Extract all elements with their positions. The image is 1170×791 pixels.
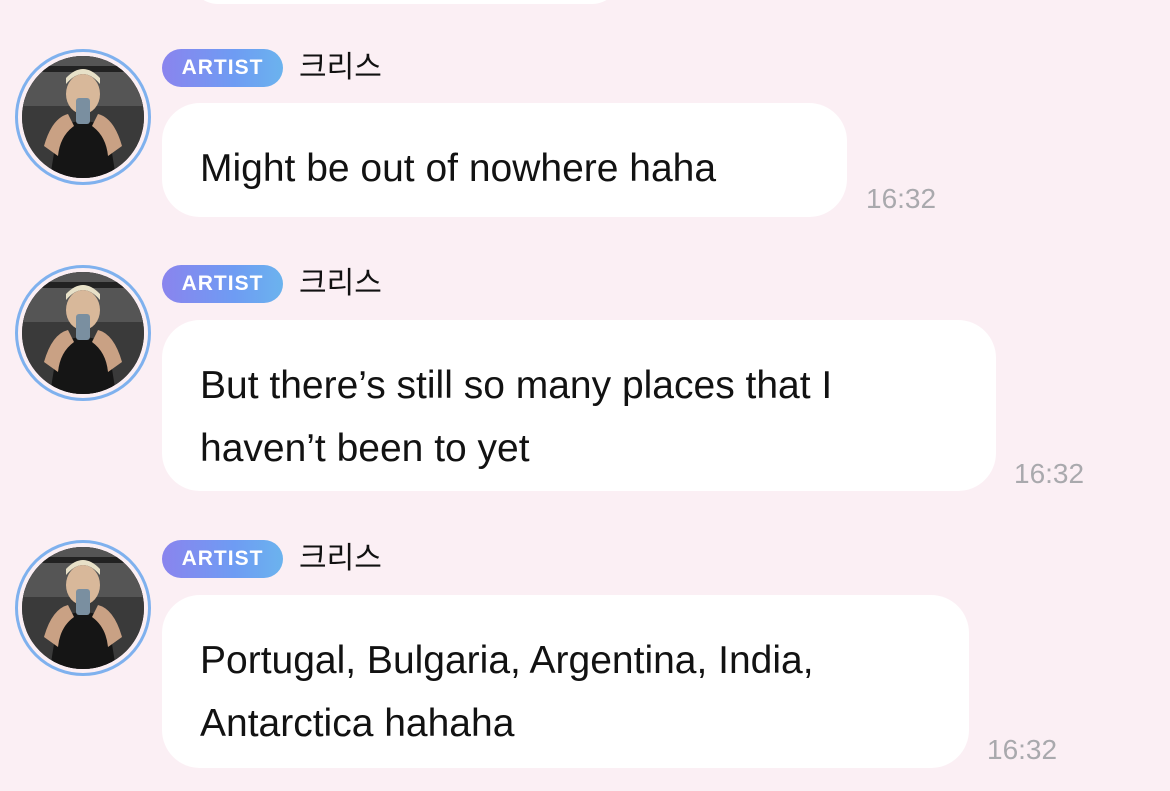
avatar-photo xyxy=(22,56,144,178)
message-text-line: Portugal, Bulgaria, Argentina, India, xyxy=(200,639,814,682)
message-timestamp: 16:32 xyxy=(1014,458,1085,489)
message-text-line: But there’s still so many places that I xyxy=(200,364,833,407)
avatar[interactable] xyxy=(15,49,151,185)
message-timestamp: 16:32 xyxy=(987,734,1058,765)
message-bubble[interactable]: Might be out of nowhere haha xyxy=(162,103,847,217)
avatar-photo xyxy=(22,272,144,394)
avatar-photo xyxy=(22,547,144,669)
message-timestamp: 16:32 xyxy=(866,183,937,214)
avatar[interactable] xyxy=(15,540,151,676)
message-text-line: haven’t been to yet xyxy=(200,427,530,470)
artist-badge: ARTIST xyxy=(162,540,283,578)
sender-name: 크리스 xyxy=(299,50,382,85)
sender-name: 크리스 xyxy=(299,266,382,301)
message-text: Might be out of nowhere haha xyxy=(200,147,717,190)
message-text-line: Antarctica hahaha xyxy=(200,702,515,745)
sender-name: 크리스 xyxy=(299,541,382,576)
avatar[interactable] xyxy=(15,265,151,401)
artist-badge: ARTIST xyxy=(162,49,283,87)
message-bubble[interactable]: But there’s still so many places that I … xyxy=(162,320,996,491)
previous-message-bubble-edge xyxy=(190,0,620,4)
message-bubble[interactable]: Portugal, Bulgaria, Argentina, India, An… xyxy=(162,595,969,768)
artist-badge: ARTIST xyxy=(162,265,283,303)
